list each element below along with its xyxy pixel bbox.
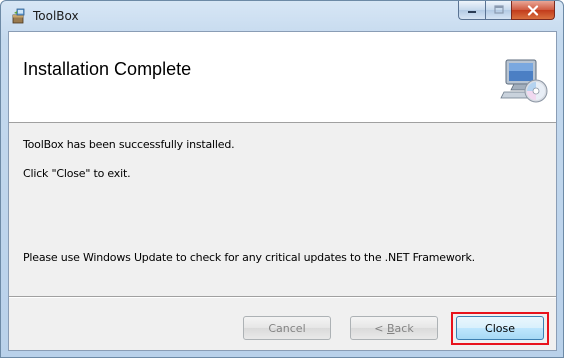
back-button[interactable]: < Back (350, 316, 438, 340)
title-bar[interactable]: ToolBox (1, 1, 563, 31)
setup-box-icon (12, 8, 25, 24)
window-close-button[interactable] (511, 1, 555, 20)
minimize-icon (468, 11, 476, 13)
minimize-button[interactable] (458, 1, 485, 20)
window-title: ToolBox (33, 9, 79, 23)
maximize-button[interactable] (485, 1, 511, 20)
maximize-icon (493, 5, 504, 14)
button-divider (9, 296, 556, 298)
back-button-accelerator: B (387, 321, 395, 335)
cancel-button[interactable]: Cancel (243, 316, 331, 340)
caption-buttons (458, 1, 555, 21)
back-button-suffix: ack (394, 321, 414, 335)
close-button-label: Close (485, 321, 515, 335)
page-title: Installation Complete (23, 59, 192, 79)
computer-cd-icon (500, 59, 548, 103)
update-notice: Please use Windows Update to check for a… (23, 251, 475, 264)
header-banner: Installation Complete (9, 32, 556, 123)
close-button[interactable]: Close (456, 316, 544, 340)
close-icon (527, 4, 539, 16)
dialog-client-area: Installation Complete ToolBox has been s… (8, 31, 557, 351)
cancel-button-label: Cancel (268, 321, 306, 335)
success-message: ToolBox has been successfully installed. (23, 138, 235, 151)
exit-instruction: Click "Close" to exit. (23, 167, 131, 180)
back-button-prefix: < (374, 321, 387, 335)
installer-window: ToolBox Installation Complete ToolBox ha… (0, 0, 564, 358)
